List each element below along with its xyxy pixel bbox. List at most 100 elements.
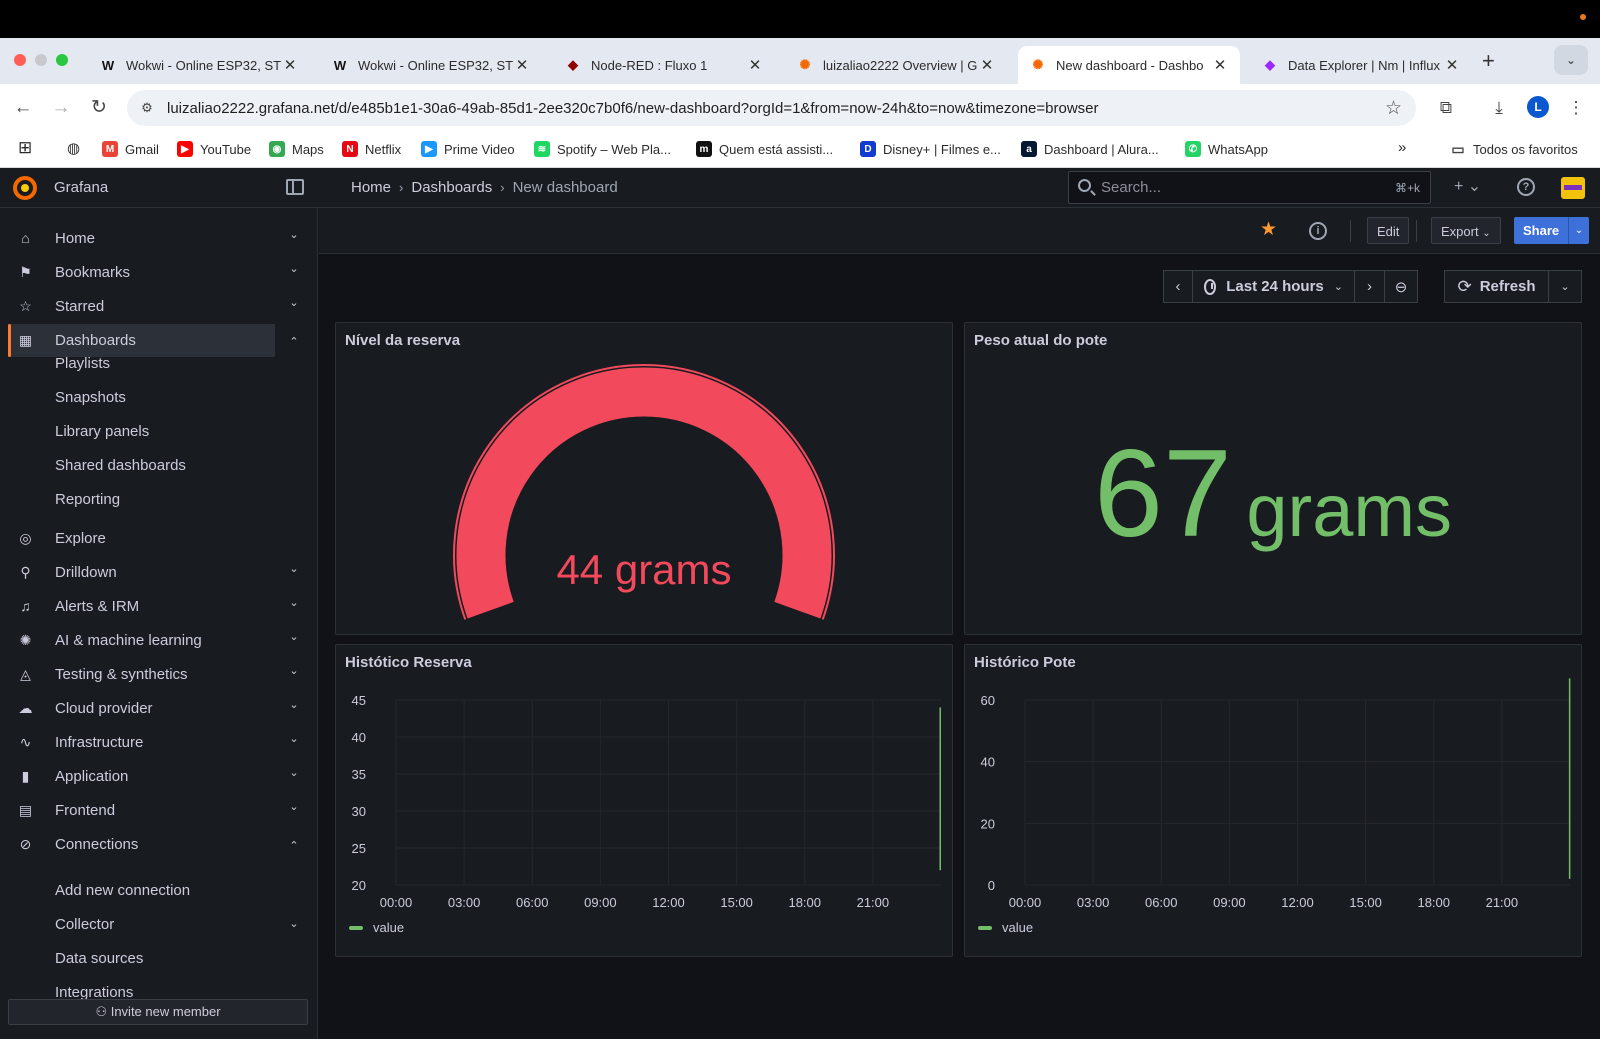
close-icon[interactable]: ✕ <box>514 56 530 74</box>
search-input[interactable]: Search... ⌘+k <box>1068 171 1431 204</box>
browser-tab[interactable]: ✺ New dashboard - Dashbo ✕ <box>1018 46 1240 84</box>
sidebar-item-alerts-irm[interactable]: ♫ Alerts & IRM <box>8 590 275 623</box>
timeseries-panel-reserve[interactable]: Histótico Reserva 00:00 03:00 06:00 09:00 12… <box>335 644 953 957</box>
share-dropdown-button[interactable]: ⌄ <box>1568 217 1589 244</box>
bookmark-maps[interactable]: ◉ Maps <box>269 141 324 157</box>
apps-grid-icon[interactable]: ⊞ <box>18 138 32 158</box>
chevron-down-icon[interactable]: ⌄ <box>287 562 301 575</box>
chevron-down-icon[interactable]: ⌄ <box>287 596 301 609</box>
forward-arrow-icon[interactable]: → <box>47 94 75 122</box>
breadcrumb-home[interactable]: Home <box>351 179 391 196</box>
browser-menu-icon[interactable]: ⋮ <box>1564 96 1588 120</box>
browser-tab[interactable]: W Wokwi - Online ESP32, ST ✕ <box>88 46 310 84</box>
globe-icon[interactable]: ◍ <box>67 139 80 157</box>
sidebar-item-ai-machine-learning[interactable]: ✺ AI & machine learning <box>8 624 275 657</box>
browser-tab[interactable]: ◆ Node-RED : Fluxo 1 ✕ <box>553 46 775 84</box>
chevron-down-icon[interactable]: ⌄ <box>287 228 301 241</box>
browser-tab[interactable]: ◆ Data Explorer | Nm | Influx ✕ <box>1250 46 1472 84</box>
close-icon[interactable]: ✕ <box>1212 56 1228 74</box>
bookmark-dashboard[interactable]: a Dashboard | Alura... <box>1021 141 1159 157</box>
chevron-down-icon[interactable]: ⌄ <box>287 800 301 813</box>
bookmark-disney[interactable]: D Disney+ | Filmes e... <box>860 141 1001 157</box>
bookmark-gmail[interactable]: M Gmail <box>102 141 159 157</box>
reload-icon[interactable]: ↻ <box>85 94 113 122</box>
sidebar-item-testing-synthetics[interactable]: ◬ Testing & synthetics <box>8 658 275 691</box>
star-icon[interactable]: ★ <box>1260 218 1277 241</box>
bookmark-spotify[interactable]: ≋ Spotify – Web Pla... <box>534 141 671 157</box>
chevron-up-icon[interactable]: ⌃ <box>287 839 301 852</box>
sidebar-subitem-shared-dashboards[interactable]: Shared dashboards <box>55 457 186 474</box>
invite-member-button[interactable]: ⚇ Invite new member <box>8 999 308 1025</box>
chevron-up-icon[interactable]: ⌃ <box>287 335 301 348</box>
profile-avatar[interactable]: L <box>1527 96 1549 118</box>
bookmark-prime[interactable]: ▶ Prime Video <box>421 141 515 157</box>
new-menu-button[interactable]: + ⌄ <box>1454 176 1481 196</box>
time-back-button[interactable]: ‹ <box>1163 270 1193 303</box>
chevron-down-icon[interactable]: ⌄ <box>287 917 301 930</box>
bookmark-whatsapp[interactable]: ✆ WhatsApp <box>1185 141 1268 157</box>
grafana-logo-icon[interactable] <box>12 175 38 201</box>
minimize-window-button[interactable] <box>35 54 47 66</box>
sidebar-item-bookmarks[interactable]: ⚑ Bookmarks <box>8 256 275 289</box>
chevron-down-icon[interactable]: ⌄ <box>287 766 301 779</box>
new-tab-button[interactable]: + <box>1482 48 1495 74</box>
chart-legend[interactable]: value <box>349 920 404 935</box>
sidebar-item-application[interactable]: ▮ Application <box>8 760 275 793</box>
extensions-icon[interactable]: ⧉ <box>1434 96 1458 120</box>
address-bar[interactable]: ⚙ luizaliao2222.grafana.net/d/e485b1e1-3… <box>127 90 1416 126</box>
edit-button[interactable]: Edit <box>1367 217 1410 244</box>
dock-menu-icon[interactable] <box>286 179 304 195</box>
back-arrow-icon[interactable]: ← <box>9 94 37 122</box>
close-window-button[interactable] <box>14 54 26 66</box>
sidebar-item-home[interactable]: ⌂ Home <box>8 222 275 255</box>
chart-legend[interactable]: value <box>978 920 1033 935</box>
sidebar-item-drilldown[interactable]: ⚲ Drilldown <box>8 556 275 589</box>
sidebar-item-dashboards[interactable]: ▦ Dashboards <box>8 324 275 357</box>
user-avatar[interactable] <box>1561 177 1585 199</box>
stat-panel[interactable]: Peso atual do pote 67 grams <box>964 322 1582 635</box>
download-icon[interactable]: ⤓ <box>1487 96 1511 120</box>
chevron-down-icon[interactable]: ⌄ <box>287 698 301 711</box>
refresh-interval-dropdown[interactable]: ⌄ <box>1549 270 1582 303</box>
chevron-down-icon[interactable]: ⌄ <box>287 296 301 309</box>
close-icon[interactable]: ✕ <box>979 56 995 74</box>
close-icon[interactable]: ✕ <box>1444 56 1460 74</box>
sidebar-subitem-data-sources[interactable]: Data sources <box>55 950 143 967</box>
sidebar-item-explore[interactable]: ◎ Explore <box>8 522 275 555</box>
maximize-window-button[interactable] <box>56 54 68 66</box>
close-icon[interactable]: ✕ <box>747 56 763 74</box>
time-range-button[interactable]: Last 24 hours ⌄ <box>1193 270 1355 303</box>
bookmark-quem[interactable]: m Quem está assisti... <box>696 141 833 157</box>
sidebar-item-starred[interactable]: ☆ Starred <box>8 290 275 323</box>
site-info-icon[interactable]: ⚙ <box>138 99 156 117</box>
sidebar-item-infrastructure[interactable]: ∿ Infrastructure <box>8 726 275 759</box>
browser-tab[interactable]: W Wokwi - Online ESP32, ST ✕ <box>320 46 542 84</box>
time-forward-button[interactable]: › <box>1355 270 1385 303</box>
browser-tab[interactable]: ✺ luizaliao2222 Overview | G ✕ <box>785 46 1007 84</box>
bookmark-star-icon[interactable]: ☆ <box>1385 97 1402 120</box>
sidebar-subitem-reporting[interactable]: Reporting <box>55 491 120 508</box>
all-bookmarks-folder[interactable]: ▭ Todos os favoritos <box>1450 141 1577 157</box>
sidebar-item-cloud-provider[interactable]: ☁ Cloud provider <box>8 692 275 725</box>
timeseries-panel-pot[interactable]: Histórico Pote 00:00 03:00 06:00 09:00 12:00… <box>964 644 1582 957</box>
sidebar-subitem-collector[interactable]: Collector <box>55 916 114 933</box>
url-text[interactable]: luizaliao2222.grafana.net/d/e485b1e1-30a… <box>167 100 1099 117</box>
chevron-down-icon[interactable]: ⌄ <box>287 732 301 745</box>
tab-search-button[interactable]: ⌄ <box>1554 45 1588 75</box>
chevron-down-icon[interactable]: ⌄ <box>287 664 301 677</box>
info-icon[interactable]: i <box>1309 222 1327 240</box>
sidebar-item-connections[interactable]: ⊘ Connections <box>8 828 275 861</box>
sidebar-subitem-playlists[interactable]: Playlists <box>55 355 110 372</box>
breadcrumb-dashboards[interactable]: Dashboards <box>411 179 492 196</box>
bookmark-youtube[interactable]: ▶ YouTube <box>177 141 251 157</box>
chevron-down-icon[interactable]: ⌄ <box>287 262 301 275</box>
grafana-brand[interactable]: Grafana <box>54 179 108 196</box>
zoom-out-button[interactable]: ⊖ <box>1385 270 1418 303</box>
share-button[interactable]: Share <box>1514 217 1569 244</box>
close-icon[interactable]: ✕ <box>282 56 298 74</box>
sidebar-subitem-snapshots[interactable]: Snapshots <box>55 389 126 406</box>
refresh-button[interactable]: ⟳ Refresh <box>1444 270 1549 303</box>
sidebar-subitem-library-panels[interactable]: Library panels <box>55 423 149 440</box>
gauge-panel[interactable]: Nível da reserva 44 grams <box>335 322 953 635</box>
chevron-down-icon[interactable]: ⌄ <box>287 630 301 643</box>
